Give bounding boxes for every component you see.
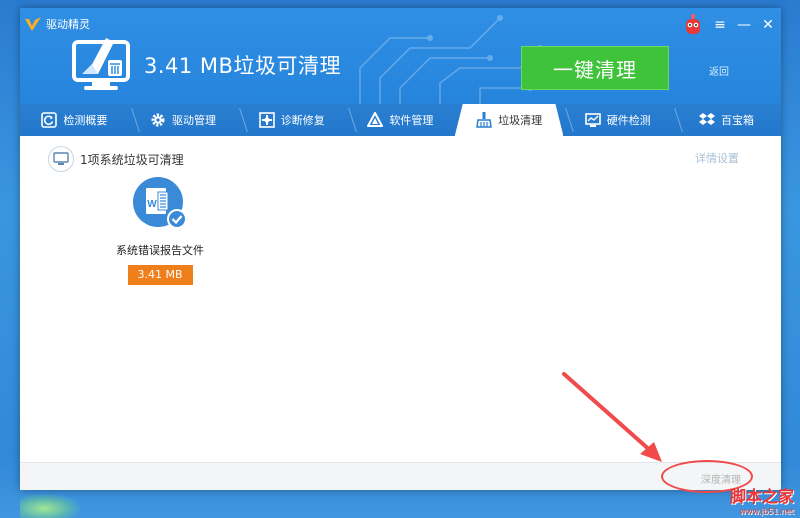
header: 驱动精灵 3.41 MB垃圾可清理 一键清理 返回 ≡ — ✕ <box>20 8 781 104</box>
broom-icon <box>476 112 492 128</box>
tab-toolbox[interactable]: 百宝箱 <box>672 104 781 136</box>
main-tabs: 检测概要 驱动管理 诊断修复 软件管理 垃圾清理 硬件检测 百宝箱 <box>20 104 781 136</box>
app-logo-icon <box>25 17 41 31</box>
tab-hardware-check[interactable]: 硬件检测 <box>563 104 672 136</box>
watermark: 脚本之家 www.jb51.net <box>730 483 794 516</box>
repair-icon <box>258 112 275 128</box>
menu-icon[interactable]: ≡ <box>713 17 727 33</box>
one-click-clean-button[interactable]: 一键清理 <box>521 46 669 90</box>
junk-clean-content: 1项系统垃圾可清理 详情设置 W 系统错误报告文件 3.41 MB <box>20 136 781 490</box>
refresh-icon <box>41 112 58 128</box>
watermark-title: 脚本之家 <box>729 487 794 506</box>
tab-software-management[interactable]: 软件管理 <box>346 104 455 136</box>
minimize-icon[interactable]: — <box>737 17 751 33</box>
toolbox-icon <box>698 113 715 125</box>
tab-junk-clean[interactable]: 垃圾清理 <box>455 104 564 136</box>
back-link[interactable]: 返回 <box>709 63 729 78</box>
tab-driver-management[interactable]: 驱动管理 <box>129 104 238 136</box>
junk-size-headline: 3.41 MB垃圾可清理 <box>144 54 341 78</box>
word-file-icon[interactable]: W <box>132 176 188 232</box>
junk-item-name: 系统错误报告文件 <box>116 244 204 257</box>
detail-settings-link[interactable]: 详情设置 <box>695 150 739 166</box>
tab-label: 垃圾清理 <box>498 114 543 127</box>
tab-label: 软件管理 <box>389 114 434 127</box>
main-window: 驱动精灵 3.41 MB垃圾可清理 一键清理 返回 ≡ — ✕ 检测概要 驱动管… <box>20 8 781 490</box>
junk-item[interactable]: W 系统错误报告文件 3.41 MB <box>110 176 210 285</box>
watermark-url: www.jb51.net <box>739 507 794 516</box>
tab-label: 检测概要 <box>63 114 108 127</box>
monitor-icon <box>584 113 601 127</box>
software-icon <box>367 112 384 127</box>
desktop-leaf-decoration <box>20 494 80 518</box>
section-title: 1项系统垃圾可清理 <box>80 152 184 167</box>
tab-scan-overview[interactable]: 检测概要 <box>20 104 129 136</box>
clean-monitor-icon <box>72 38 130 90</box>
section-header: 1项系统垃圾可清理 <box>48 146 184 172</box>
tab-diagnose-repair[interactable]: 诊断修复 <box>237 104 346 136</box>
svg-text:W: W <box>147 199 157 210</box>
tab-label: 驱动管理 <box>172 114 217 127</box>
tab-label: 硬件检测 <box>606 114 651 127</box>
computer-icon <box>48 146 74 172</box>
tab-label: 诊断修复 <box>280 114 325 127</box>
gear-icon <box>151 113 165 127</box>
tab-label: 百宝箱 <box>720 114 754 127</box>
close-icon[interactable]: ✕ <box>761 17 775 33</box>
footer-bar: 深度清理 <box>20 462 781 490</box>
robot-mascot-icon[interactable] <box>683 14 703 36</box>
circuit-decoration <box>359 15 543 104</box>
junk-item-size-badge: 3.41 MB <box>127 265 193 285</box>
window-controls: ≡ — ✕ <box>683 14 775 36</box>
